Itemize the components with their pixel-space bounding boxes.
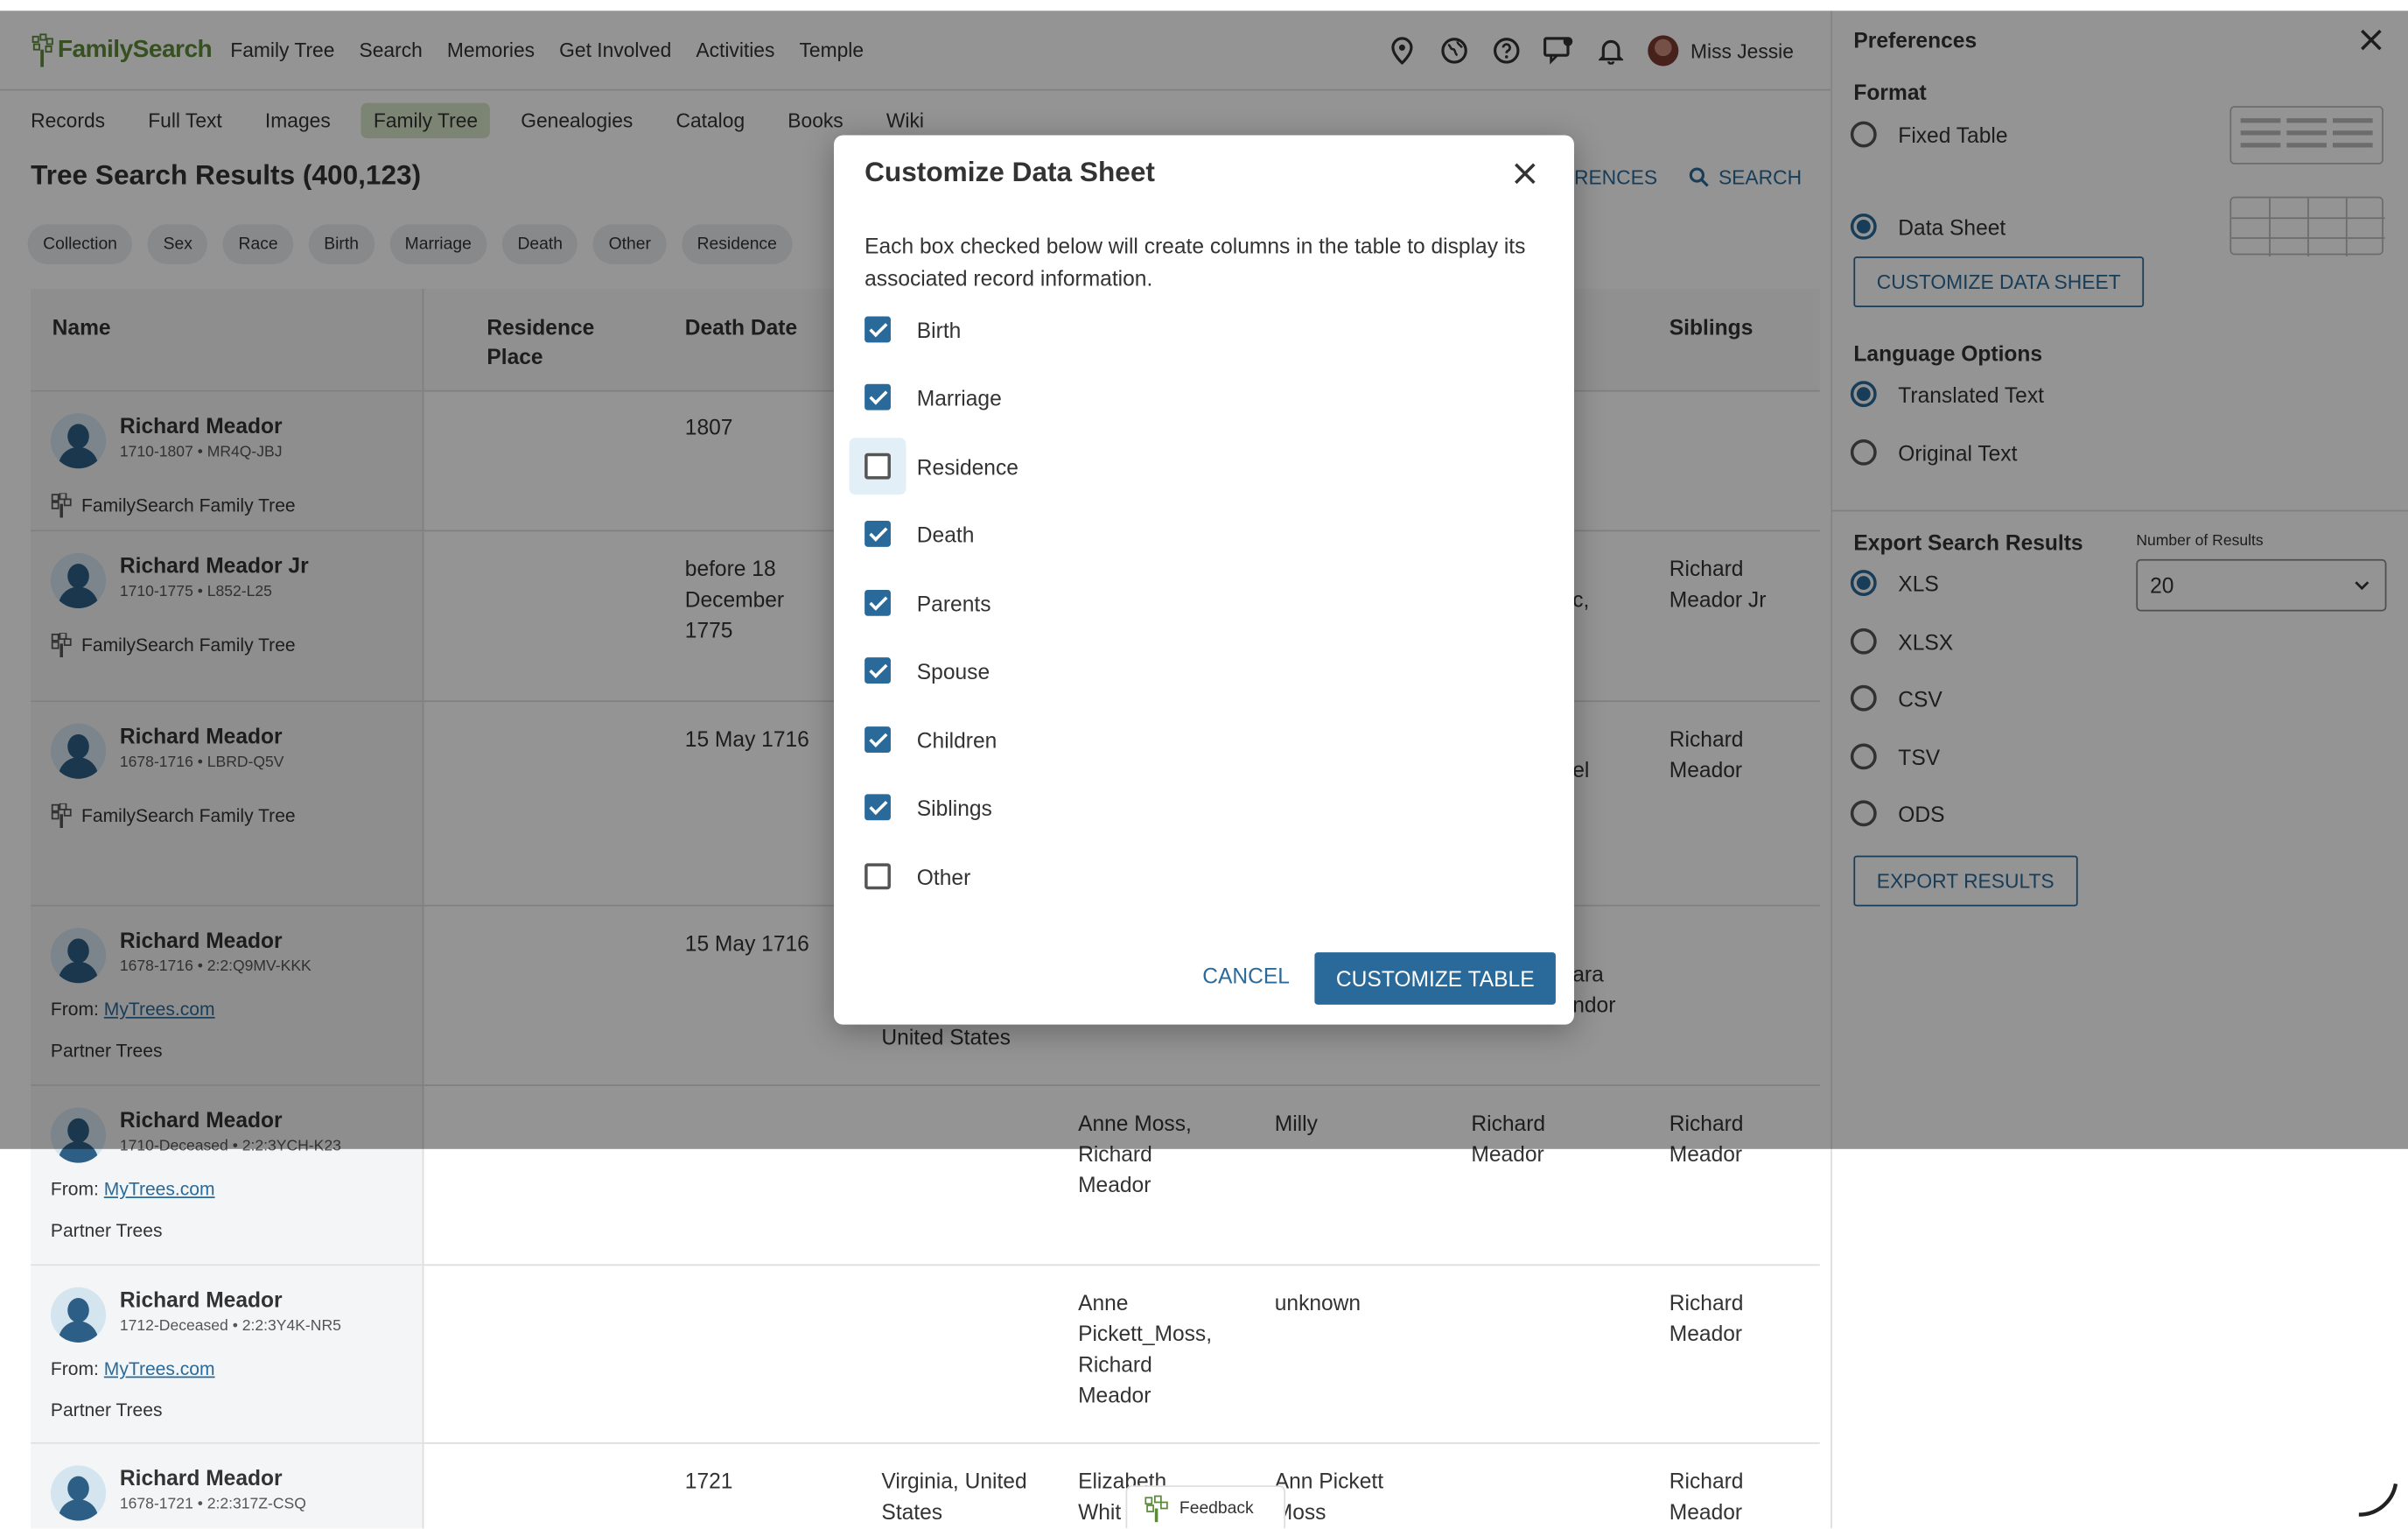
checkbox-label: Birth bbox=[916, 317, 962, 342]
checkbox[interactable] bbox=[864, 520, 891, 547]
checkbox[interactable] bbox=[864, 316, 891, 343]
option-siblings[interactable]: Siblings bbox=[864, 794, 992, 821]
option-residence[interactable]: Residence bbox=[864, 452, 1018, 480]
checkbox-label: Marriage bbox=[916, 384, 1002, 410]
modal-title: Customize Data Sheet bbox=[864, 157, 1155, 188]
checkbox-label: Residence bbox=[916, 453, 1018, 479]
checkbox-label: Other bbox=[916, 864, 971, 889]
partner-trees-label: Partner Trees bbox=[50, 1219, 163, 1242]
checkbox[interactable] bbox=[864, 657, 891, 684]
option-death[interactable]: Death bbox=[864, 520, 975, 547]
loading-spinner-icon bbox=[2358, 1483, 2398, 1517]
option-parents[interactable]: Parents bbox=[864, 589, 991, 616]
person-name[interactable]: Richard Meador bbox=[120, 1465, 283, 1490]
checkbox[interactable] bbox=[864, 863, 891, 890]
table-row[interactable]: Richard Meador 1678-1721 • 2:2:317Z-CSQ … bbox=[31, 1443, 1820, 1529]
checkbox-label: Siblings bbox=[916, 795, 992, 820]
customize-table-button[interactable]: CUSTOMIZE TABLE bbox=[1314, 952, 1557, 1005]
name-cell: Richard Meador 1678-1721 • 2:2:317Z-CSQ bbox=[31, 1443, 424, 1529]
checkbox-label: Children bbox=[916, 727, 998, 753]
table-row[interactable]: Richard Meador 1712-Deceased • 2:2:3Y4K-… bbox=[31, 1266, 1820, 1444]
person-meta: 1678-1721 • 2:2:317Z-CSQ bbox=[119, 1496, 306, 1513]
partner-trees-label: Partner Trees bbox=[50, 1399, 163, 1421]
option-marriage[interactable]: Marriage bbox=[864, 383, 1002, 410]
checkbox[interactable] bbox=[864, 383, 891, 410]
from-label: From: MyTrees.com bbox=[51, 1358, 215, 1380]
from-label: From: MyTrees.com bbox=[51, 1178, 215, 1200]
person-meta: 1712-Deceased • 2:2:3Y4K-NR5 bbox=[119, 1317, 341, 1336]
death-date-cell: 1721 bbox=[684, 1468, 733, 1493]
from-prefix: From: bbox=[50, 1178, 99, 1200]
parents-cell: Anne Pickett_Moss, Richard Meador bbox=[1078, 1290, 1213, 1407]
name-cell: Richard Meador 1712-Deceased • 2:2:3Y4K-… bbox=[31, 1266, 424, 1443]
person-avatar bbox=[50, 1287, 107, 1343]
app-root: FamilySearch Family Tree Search Memories… bbox=[0, 0, 2408, 1529]
option-children[interactable]: Children bbox=[864, 726, 997, 753]
option-spouse[interactable]: Spouse bbox=[864, 657, 990, 684]
option-other[interactable]: Other bbox=[864, 863, 971, 890]
person-avatar bbox=[50, 1465, 107, 1521]
mytrees-link[interactable]: MyTrees.com bbox=[104, 1358, 215, 1380]
checkbox[interactable] bbox=[864, 589, 891, 616]
option-birth[interactable]: Birth bbox=[864, 316, 962, 343]
siblings-cell: Richard Meador bbox=[1669, 1468, 1744, 1525]
death-place-cell: Virginia, United States bbox=[881, 1468, 1027, 1525]
checkbox-label: Death bbox=[916, 521, 975, 546]
spouse-cell: unknown bbox=[1274, 1290, 1362, 1315]
feedback-label: Feedback bbox=[1179, 1498, 1254, 1518]
checkbox[interactable] bbox=[864, 452, 891, 480]
checkbox-label: Spouse bbox=[916, 658, 990, 684]
checkbox[interactable] bbox=[864, 794, 891, 821]
feedback-tab[interactable]: Feedback bbox=[1125, 1485, 1286, 1529]
checkbox[interactable] bbox=[864, 726, 891, 753]
cancel-button[interactable]: CANCEL bbox=[1190, 954, 1302, 997]
person-name[interactable]: Richard Meador bbox=[120, 1287, 283, 1312]
customize-data-sheet-modal: Customize Data Sheet Each box checked be… bbox=[834, 135, 1574, 1025]
checkbox-label: Parents bbox=[916, 590, 991, 615]
modal-description: Each box checked below will create colum… bbox=[864, 233, 1526, 291]
mytrees-link[interactable]: MyTrees.com bbox=[104, 1178, 215, 1200]
feedback-tree-icon bbox=[1144, 1494, 1168, 1522]
preferences-backdrop bbox=[1830, 11, 2408, 1149]
from-prefix: From: bbox=[50, 1357, 99, 1380]
siblings-cell: Richard Meador bbox=[1669, 1290, 1744, 1346]
spouse-cell: Ann Pickett Moss bbox=[1274, 1468, 1384, 1525]
close-icon[interactable] bbox=[1511, 160, 1539, 188]
